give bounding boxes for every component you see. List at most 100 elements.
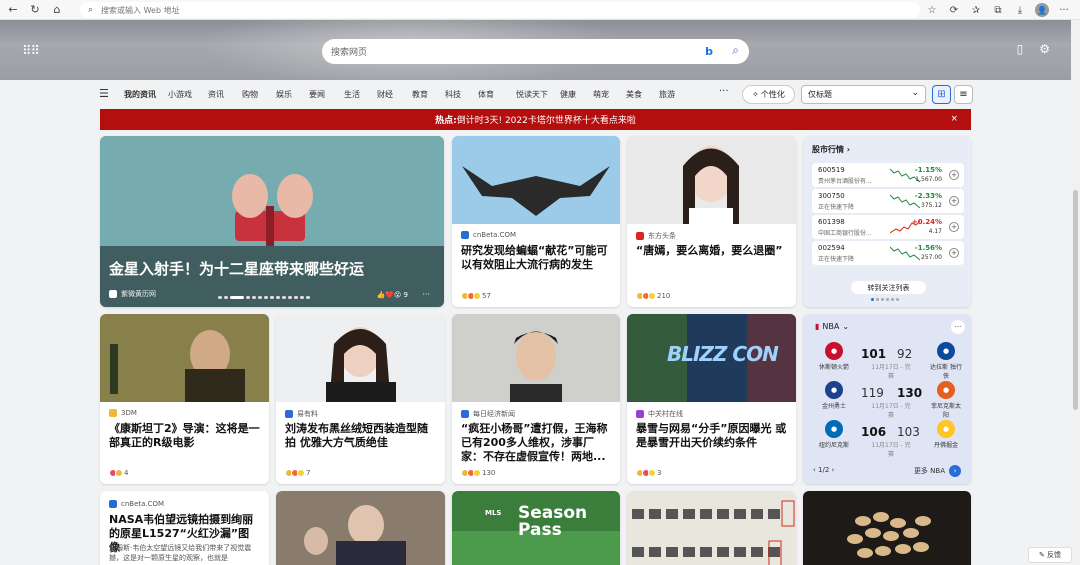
carousel-dots[interactable] bbox=[871, 298, 899, 301]
nba-game[interactable]: ● 金州勇士 119 130 11月17日 - 完赛 ● 菲尼克斯太阳 bbox=[817, 381, 967, 419]
news-card[interactable]: cnBeta.COM NASA韦伯望远镜拍摄到绚丽的原星L1527“火红沙漏”图… bbox=[100, 491, 269, 565]
news-card[interactable] bbox=[276, 491, 445, 565]
carousel-dots[interactable] bbox=[218, 296, 310, 299]
back-icon[interactable]: ← bbox=[4, 1, 22, 19]
category-tab[interactable]: 购物 bbox=[242, 89, 276, 100]
refresh-icon[interactable]: ↻ bbox=[26, 1, 44, 19]
card-title[interactable]: 金星入射手！为十二星座带来哪些好运 bbox=[109, 260, 435, 278]
nba-header[interactable]: ▮ NBA ⌄ bbox=[815, 322, 849, 331]
category-tab[interactable]: 科技 bbox=[445, 89, 478, 100]
reading-view-icon[interactable]: ☆ bbox=[924, 2, 940, 18]
nba-game[interactable]: ● 休斯顿火箭 101 92 11月17日 - 完赛 ● 达拉斯 独行侠 bbox=[817, 342, 967, 380]
category-tab[interactable]: 财经 bbox=[377, 89, 412, 100]
news-card[interactable]: 易有料 刘涛发布黑丝绒短西装造型随拍 优雅大方气质绝佳 7 bbox=[276, 314, 445, 484]
news-card[interactable]: MLS Season Pass bbox=[452, 491, 620, 565]
game-status: 11月17日 - 完赛 bbox=[871, 403, 911, 419]
favorites-icon[interactable]: ✰ bbox=[968, 2, 984, 18]
category-tab[interactable]: 娱乐 bbox=[276, 89, 309, 100]
profile-avatar[interactable]: 👤 bbox=[1034, 2, 1050, 18]
reaction-count[interactable]: 4 bbox=[109, 469, 128, 477]
category-tab[interactable]: 生活 bbox=[344, 89, 377, 100]
news-card[interactable]: BLIZZ CON 中关村在线 暴雪与网易“分手”原因曝光 或是暴雪开出天价续约… bbox=[627, 314, 796, 484]
category-tab[interactable]: 资讯 bbox=[208, 89, 242, 100]
more-options-icon[interactable]: ··· bbox=[422, 290, 430, 299]
layout-select[interactable]: 仅标题 ⌄ bbox=[801, 85, 926, 104]
settings-gear-icon[interactable]: ⚙ bbox=[1039, 42, 1050, 56]
hero-news-card[interactable]: 金星入射手！为十二星座带来哪些好运 紫微黄历网 👍❤️😮 9 ··· bbox=[100, 136, 444, 307]
nba-game[interactable]: ● 纽约尼克斯 106 103 11月17日 - 完赛 ● 丹佛掘金 bbox=[817, 420, 967, 458]
download-icon[interactable]: ⤓ bbox=[1012, 2, 1028, 18]
news-card[interactable]: 3DM 《康斯坦丁2》导演：这将是一部真正的R级电影 4 bbox=[100, 314, 269, 484]
search-input[interactable]: 搜索网页 b ⌕ bbox=[322, 39, 749, 64]
search-placeholder: 搜索网页 bbox=[331, 48, 368, 58]
reaction-count[interactable]: 57 bbox=[461, 292, 491, 300]
card-title[interactable]: 研究发现给蝙蝠“献花”可能可以有效阻止大流行病的发生 bbox=[461, 244, 611, 272]
collections-icon[interactable]: ⧉ bbox=[990, 2, 1006, 18]
more-categories-button[interactable]: ··· bbox=[719, 86, 729, 97]
team-logo-icon: ● bbox=[825, 381, 843, 399]
news-card[interactable]: 每日经济新闻 “疯狂小杨哥”遭打假，王海称已有200多人维权，涉事厂家：不存在虚… bbox=[452, 314, 620, 484]
card-title[interactable]: “疯狂小杨哥”遭打假，王海称已有200多人维权，涉事厂家：不存在虚假宣传！两地.… bbox=[461, 422, 611, 464]
feedback-button[interactable]: ✎ 反馈 bbox=[1028, 547, 1072, 563]
stock-row[interactable]: 600519 贵州茅台酒股份有... -1.15% 1,567.00 + bbox=[812, 163, 964, 187]
news-photo-image bbox=[276, 491, 445, 565]
category-tab[interactable]: 美食 bbox=[626, 89, 659, 100]
stock-name: 贵州茅台酒股份有... bbox=[818, 178, 872, 185]
category-list: 我的资讯 小游戏 资讯 购物 娱乐 要闻 生活 财经 教育 科技 体育 悦读天下 健康 萌宠 美食 旅游 bbox=[124, 89, 692, 100]
card-title[interactable]: 《康斯坦丁2》导演：这将是一部真正的R级电影 bbox=[109, 422, 260, 450]
news-card[interactable] bbox=[803, 491, 971, 565]
add-stock-icon[interactable]: + bbox=[949, 196, 959, 206]
home-icon[interactable]: ⌂ bbox=[48, 1, 66, 19]
news-card[interactable]: 东方头条 “唐嫣，要么离婚，要么退圈” 210 bbox=[627, 136, 796, 307]
category-tab[interactable]: 体育 bbox=[478, 89, 516, 100]
stock-row[interactable]: 002594 正在快速下降 -1.56% 257.00 + bbox=[812, 241, 964, 265]
category-tab[interactable]: 要闻 bbox=[309, 89, 344, 100]
card-title[interactable]: 暴雪与网易“分手”原因曝光 或是暴雪开出天价续约条件 bbox=[636, 422, 787, 450]
stock-header[interactable]: 股市行情 › bbox=[812, 144, 850, 155]
category-tab[interactable]: 悦读天下 bbox=[516, 89, 560, 100]
address-bar[interactable]: ⌕ 搜索或输入 Web 地址 bbox=[80, 2, 920, 18]
grid-view-icon[interactable]: ⊞ bbox=[932, 85, 951, 104]
stock-code: 600519 bbox=[818, 166, 845, 174]
banner-close-icon[interactable]: × bbox=[950, 114, 958, 124]
stock-change: -2.33% bbox=[914, 192, 942, 200]
watchlist-button[interactable]: 转到关注列表 bbox=[851, 281, 926, 294]
category-tab[interactable]: 萌宠 bbox=[593, 89, 626, 100]
hamburger-icon[interactable]: ☰ bbox=[99, 87, 109, 100]
category-tab[interactable]: 健康 bbox=[560, 89, 593, 100]
mobile-icon[interactable]: ▯ bbox=[1017, 42, 1024, 56]
card-title[interactable]: “唐嫣，要么离婚，要么退圈” bbox=[636, 244, 787, 258]
home-team: ● 纽约尼克斯 bbox=[817, 420, 851, 449]
reaction-count[interactable]: 👍❤️😮 9 bbox=[377, 291, 408, 299]
category-tab[interactable]: 我的资讯 bbox=[124, 89, 168, 100]
news-card[interactable] bbox=[627, 491, 796, 565]
page-scrollbar[interactable] bbox=[1071, 20, 1080, 565]
more-nba-link[interactable]: 更多 NBA › bbox=[914, 465, 961, 477]
add-stock-icon[interactable]: + bbox=[949, 222, 959, 232]
bing-icon[interactable]: b bbox=[705, 45, 713, 58]
news-card[interactable]: cnBeta.COM 研究发现给蝙蝠“献花”可能可以有效阻止大流行病的发生 57 bbox=[452, 136, 620, 307]
home-score: 101 bbox=[861, 347, 887, 361]
menu-icon[interactable]: ··· bbox=[1056, 2, 1072, 18]
more-options-icon[interactable]: ··· bbox=[951, 320, 965, 334]
reaction-count[interactable]: 210 bbox=[636, 292, 670, 300]
hot-news-banner[interactable]: 热点: 倒计时3天! 2022卡塔尔世界杯十大看点来啦 × bbox=[100, 109, 971, 130]
extensions-icon[interactable]: ⟳ bbox=[946, 2, 962, 18]
reaction-count[interactable]: 3 bbox=[636, 469, 661, 477]
nba-pager[interactable]: ‹ 1/2 › bbox=[813, 466, 834, 474]
add-stock-icon[interactable]: + bbox=[949, 170, 959, 180]
stock-row[interactable]: 601398 中国工商银行股份... +0.24% 4.17 + bbox=[812, 215, 964, 239]
reaction-count[interactable]: 7 bbox=[285, 469, 310, 477]
add-stock-icon[interactable]: + bbox=[949, 248, 959, 258]
apps-grid-icon[interactable]: ⠿⠿ bbox=[22, 44, 40, 59]
card-title[interactable]: 刘涛发布黑丝绒短西装造型随拍 优雅大方气质绝佳 bbox=[285, 422, 436, 450]
personalize-button[interactable]: ✧ 个性化 bbox=[742, 85, 795, 104]
list-view-icon[interactable]: ≡ bbox=[954, 85, 973, 104]
stock-row[interactable]: 300750 正在快速下降 -2.33% 375.12 + bbox=[812, 189, 964, 213]
stock-widget: 股市行情 › 600519 贵州茅台酒股份有... -1.15% 1,567.00 +3… bbox=[803, 136, 971, 307]
category-tab[interactable]: 教育 bbox=[412, 89, 445, 100]
category-tab[interactable]: 小游戏 bbox=[168, 89, 208, 100]
reaction-count[interactable]: 130 bbox=[461, 469, 495, 477]
category-tab[interactable]: 旅游 bbox=[659, 89, 692, 100]
search-button-icon[interactable]: ⌕ bbox=[732, 43, 739, 58]
